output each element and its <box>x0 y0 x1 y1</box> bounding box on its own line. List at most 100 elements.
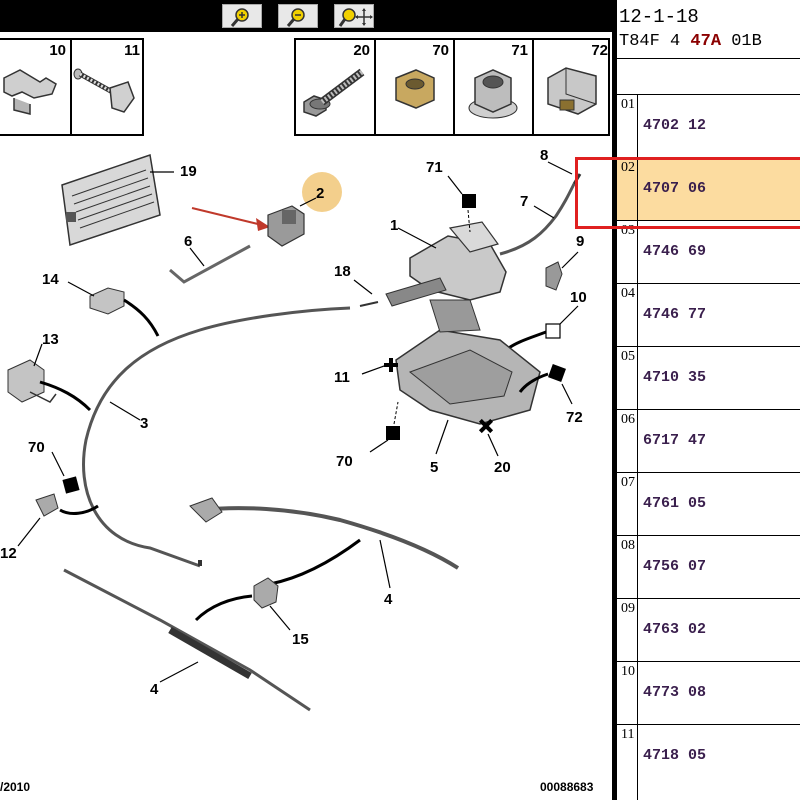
header-divider <box>617 58 800 59</box>
exploded-diagram: 19 2 6 14 13 3 70 12 71 8 7 1 18 9 10 11… <box>0 147 587 712</box>
parts-row-07[interactable]: 07 4761 05 <box>617 473 800 536</box>
parts-row-06[interactable]: 06 6717 47 <box>617 410 800 473</box>
callout-6[interactable]: 6 <box>184 233 192 250</box>
row-reference: 4746 77 <box>643 306 707 323</box>
row-index: 05 <box>621 349 635 364</box>
callout-14[interactable]: 14 <box>42 271 59 288</box>
nut-marker-70 <box>62 476 80 494</box>
cable-3[interactable] <box>82 306 351 568</box>
cable-7[interactable] <box>499 183 576 256</box>
callout-71[interactable]: 71 <box>426 159 443 176</box>
callout-8[interactable]: 8 <box>540 147 548 164</box>
callout-70[interactable]: 70 <box>28 439 45 456</box>
callout-3[interactable]: 3 <box>140 415 148 432</box>
callout-15[interactable]: 15 <box>292 631 309 648</box>
callout-5[interactable]: 5 <box>430 459 438 476</box>
code-prefix: T84F 4 <box>619 32 691 51</box>
nut-marker-71 <box>462 194 476 208</box>
row-index: 10 <box>621 664 635 679</box>
callout-4-upper[interactable]: 4 <box>384 591 393 608</box>
callout-4-lower[interactable]: 4 <box>150 681 159 698</box>
row-index: 07 <box>621 475 635 490</box>
row-reference: 4763 02 <box>643 621 707 638</box>
callout-10[interactable]: 10 <box>570 289 587 306</box>
callout-72[interactable]: 72 <box>566 409 583 426</box>
row-reference: 4756 07 <box>643 558 707 575</box>
callout-13[interactable]: 13 <box>42 331 59 348</box>
callout-11[interactable]: 11 <box>334 369 350 386</box>
parts-row-08[interactable]: 08 4756 07 <box>617 536 800 599</box>
nut-icon <box>395 69 435 109</box>
row-reference: 4746 69 <box>643 243 707 260</box>
row-reference: 6717 47 <box>643 432 707 449</box>
parts-list-panel: 12-1-18 T84F 4 47A 01B 01 4702 12 02 4707 … <box>617 0 800 800</box>
row-index: 08 <box>621 538 635 553</box>
row-reference: 4773 08 <box>643 684 707 701</box>
panel-code: T84F 4 47A 01B <box>619 32 762 51</box>
callout-12[interactable]: 12 <box>0 545 17 562</box>
actuator-1[interactable] <box>359 221 507 307</box>
footer-ref: 00088683 <box>540 780 594 794</box>
flange-nut-icon <box>468 69 518 119</box>
callout-1[interactable]: 1 <box>390 217 398 234</box>
code-highlight: 47A <box>690 32 722 51</box>
nut-marker-72 <box>548 364 566 382</box>
selection-highlight <box>575 157 800 229</box>
callout-2[interactable]: 2 <box>316 185 324 202</box>
parts-row-03[interactable]: 03 4746 69 <box>617 221 800 284</box>
part-cell-10[interactable]: 10 <box>0 40 72 134</box>
row-index: 09 <box>621 601 635 616</box>
bracket-13[interactable] <box>7 359 57 403</box>
part-cell-72[interactable]: 72 <box>534 40 612 134</box>
base-bracket-5[interactable] <box>395 299 541 425</box>
callout-7[interactable]: 7 <box>520 193 528 210</box>
pointer-arrow <box>191 207 263 226</box>
code-suffix: 01B <box>721 32 762 51</box>
bracket-14[interactable] <box>89 287 125 315</box>
row-reference: 4718 05 <box>643 747 707 764</box>
parts-row-11[interactable]: 11 4718 05 <box>617 725 800 800</box>
label-plate-19[interactable] <box>61 154 161 246</box>
bracket-12[interactable] <box>35 493 59 517</box>
row-reference: 4710 35 <box>643 369 707 386</box>
bracket-upper-4 <box>189 497 223 523</box>
row-index: 11 <box>621 727 635 742</box>
panel-date: 12-1-18 <box>619 6 699 28</box>
bolt-icon <box>303 68 365 117</box>
zoom-out-button[interactable] <box>278 4 318 28</box>
parts-row-01[interactable]: 01 4702 12 <box>617 95 800 158</box>
part-2[interactable] <box>267 205 305 247</box>
callout-18[interactable]: 18 <box>334 263 351 280</box>
footer-date: /2010 <box>0 780 31 794</box>
part-cell-20[interactable]: 20 <box>296 40 376 134</box>
parts-box-left: 10 11 <box>0 38 144 136</box>
toolbar <box>0 0 612 32</box>
parts-row-04[interactable]: 04 4746 77 <box>617 284 800 347</box>
callout-20[interactable]: 20 <box>494 459 511 476</box>
callout-9[interactable]: 9 <box>576 233 584 250</box>
part-cell-11[interactable]: 11 <box>72 40 144 134</box>
row-index: 06 <box>621 412 635 427</box>
part-cell-71[interactable]: 71 <box>455 40 534 134</box>
cage-nut-icon <box>547 67 597 115</box>
clip-icon <box>3 69 57 115</box>
parts-row-05[interactable]: 05 4710 35 <box>617 347 800 410</box>
nut-marker-70-lower <box>386 426 400 440</box>
clip-marker-10 <box>545 323 561 339</box>
rod-6[interactable] <box>169 244 251 284</box>
parts-row-10[interactable]: 10 4773 08 <box>617 662 800 725</box>
clip-15[interactable] <box>253 577 279 609</box>
zoom-fit-button[interactable] <box>334 4 374 28</box>
callout-19[interactable]: 19 <box>180 163 197 180</box>
zoom-in-button[interactable] <box>222 4 262 28</box>
row-index: 04 <box>621 286 635 301</box>
clip-9[interactable] <box>545 261 563 291</box>
row-reference: 4702 12 <box>643 117 707 134</box>
callout-70-lower[interactable]: 70 <box>336 453 353 470</box>
zoom-out-icon <box>286 8 305 27</box>
zoom-in-icon <box>230 8 249 27</box>
row-index: 01 <box>621 97 635 112</box>
parts-row-09[interactable]: 09 4763 02 <box>617 599 800 662</box>
row-reference: 4761 05 <box>643 495 707 512</box>
part-cell-70[interactable]: 70 <box>376 40 455 134</box>
